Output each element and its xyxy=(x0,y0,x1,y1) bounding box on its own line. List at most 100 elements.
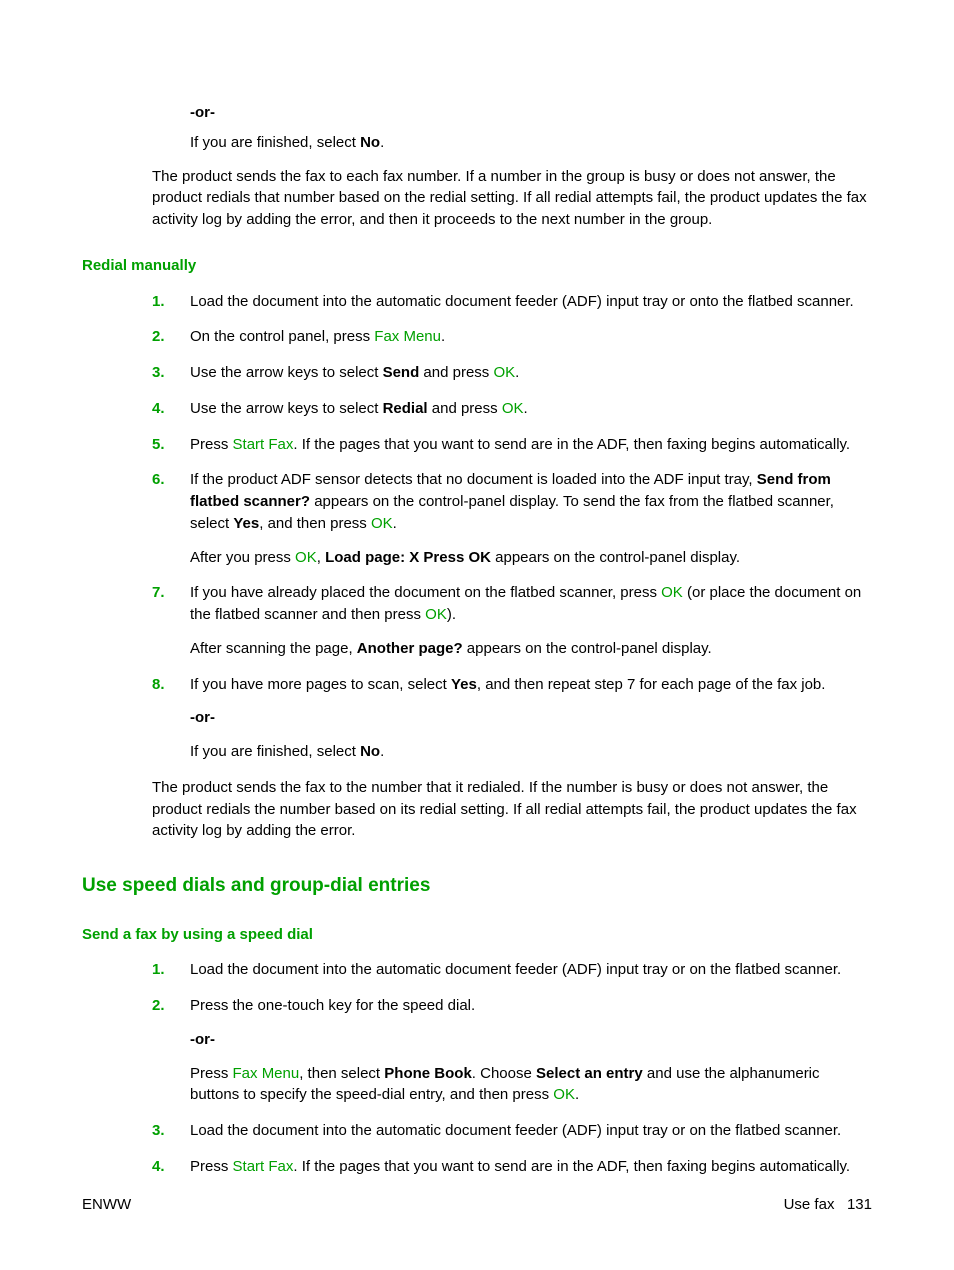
text: Press xyxy=(190,1158,233,1175)
step-1: 1. Load the document into the automatic … xyxy=(152,291,872,313)
step-number: 7. xyxy=(152,582,165,604)
step-6: 6. If the product ADF sensor detects tha… xyxy=(152,469,872,568)
text: , and then repeat step 7 for each page o… xyxy=(477,676,826,693)
bold-redial: Redial xyxy=(383,400,428,417)
keyword-ok: OK xyxy=(425,606,447,623)
step-text: Press Start Fax. If the pages that you w… xyxy=(190,436,850,453)
step-number: 4. xyxy=(152,1156,165,1178)
step-number: 1. xyxy=(152,959,165,981)
text: . Choose xyxy=(472,1065,536,1082)
finished-line: If you are finished, select No. xyxy=(190,132,872,154)
step-number: 2. xyxy=(152,326,165,348)
footer-page-number: 131 xyxy=(847,1196,872,1213)
footer-right: Use fax 131 xyxy=(784,1194,872,1216)
step-text: Press the one-touch key for the speed di… xyxy=(190,997,475,1014)
step-number: 3. xyxy=(152,1120,165,1142)
text: . xyxy=(575,1086,579,1103)
step-number: 1. xyxy=(152,291,165,313)
step-text: If you have more pages to scan, select Y… xyxy=(190,676,825,693)
speed-dial-steps: 1. Load the document into the automatic … xyxy=(82,959,872,1177)
or-separator: -or- xyxy=(190,102,872,124)
text: Use the arrow keys to select xyxy=(190,364,383,381)
text: . If the pages that you want to send are… xyxy=(293,436,850,453)
step-number: 4. xyxy=(152,398,165,420)
step-4: 4. Press Start Fax. If the pages that yo… xyxy=(152,1156,872,1178)
heading-redial-manually: Redial manually xyxy=(82,255,872,277)
step-text: On the control panel, press Fax Menu. xyxy=(190,328,445,345)
text: Use the arrow keys to select xyxy=(190,400,383,417)
bold-send: Send xyxy=(383,364,420,381)
step-text: Load the document into the automatic doc… xyxy=(190,961,841,978)
keyword-start-fax: Start Fax xyxy=(233,436,294,453)
step-number: 3. xyxy=(152,362,165,384)
step-text: Use the arrow keys to select Send and pr… xyxy=(190,364,519,381)
text: Press xyxy=(190,1065,233,1082)
step-4: 4. Use the arrow keys to select Redial a… xyxy=(152,398,872,420)
keyword-start-fax: Start Fax xyxy=(233,1158,294,1175)
text: appears on the control-panel display. xyxy=(463,640,712,657)
step-3: 3. Use the arrow keys to select Send and… xyxy=(152,362,872,384)
keyword-ok: OK xyxy=(553,1086,575,1103)
step-1: 1. Load the document into the automatic … xyxy=(152,959,872,981)
or-separator: -or- xyxy=(190,707,872,729)
text: . xyxy=(393,515,397,532)
text: , then select xyxy=(299,1065,384,1082)
text: appears on the control-panel display. xyxy=(491,549,740,566)
step-7: 7. If you have already placed the docume… xyxy=(152,582,872,659)
step-number: 8. xyxy=(152,674,165,696)
step-text: If the product ADF sensor detects that n… xyxy=(190,471,834,532)
heading-speed-dials: Use speed dials and group-dial entries xyxy=(82,872,872,900)
text: and press xyxy=(419,364,493,381)
heading-send-speed-dial: Send a fax by using a speed dial xyxy=(82,924,872,946)
bold-yes: Yes xyxy=(451,676,477,693)
keyword-fax-menu: Fax Menu xyxy=(374,328,441,345)
bold-select-entry: Select an entry xyxy=(536,1065,643,1082)
step-number: 5. xyxy=(152,434,165,456)
keyword-ok: OK xyxy=(493,364,515,381)
bold-load-page: Load page: X Press OK xyxy=(325,549,491,566)
step-2-alt: Press Fax Menu, then select Phone Book. … xyxy=(190,1063,872,1107)
page-footer: ENWW Use fax 131 xyxy=(82,1194,872,1216)
text: , and then press xyxy=(259,515,371,532)
redial-summary: The product sends the fax to the number … xyxy=(82,777,872,842)
keyword-ok: OK xyxy=(502,400,524,417)
text: If you are finished, select xyxy=(190,134,360,151)
or-separator: -or- xyxy=(190,1029,872,1051)
text: Press xyxy=(190,436,233,453)
keyword-ok: OK xyxy=(371,515,393,532)
group-send-summary: The product sends the fax to each fax nu… xyxy=(82,166,872,231)
text: If you have more pages to scan, select xyxy=(190,676,451,693)
text: . xyxy=(441,328,445,345)
bold-phone-book: Phone Book xyxy=(384,1065,472,1082)
text: If you have already placed the document … xyxy=(190,584,661,601)
step-7-after: After scanning the page, Another page? a… xyxy=(190,638,872,660)
step-8-finished: If you are finished, select No. xyxy=(190,741,872,763)
page: -or- If you are finished, select No. The… xyxy=(0,0,954,1270)
keyword-ok: OK xyxy=(661,584,683,601)
text: ). xyxy=(447,606,456,623)
text: After scanning the page, xyxy=(190,640,357,657)
step-text: Load the document into the automatic doc… xyxy=(190,293,854,310)
bold-no: No xyxy=(360,743,380,760)
step-text: If you have already placed the document … xyxy=(190,584,861,623)
step-6-after: After you press OK, Load page: X Press O… xyxy=(190,547,872,569)
text: . If the pages that you want to send are… xyxy=(293,1158,850,1175)
step-2: 2. On the control panel, press Fax Menu. xyxy=(152,326,872,348)
keyword-fax-menu: Fax Menu xyxy=(233,1065,300,1082)
bold-another-page: Another page? xyxy=(357,640,463,657)
step-number: 6. xyxy=(152,469,165,491)
step-5: 5. Press Start Fax. If the pages that yo… xyxy=(152,434,872,456)
keyword-ok: OK xyxy=(295,549,317,566)
text: . xyxy=(524,400,528,417)
text: If you are finished, select xyxy=(190,743,360,760)
text: . xyxy=(515,364,519,381)
step-2: 2. Press the one-touch key for the speed… xyxy=(152,995,872,1106)
text: On the control panel, press xyxy=(190,328,374,345)
footer-section: Use fax xyxy=(784,1196,835,1213)
text: If the product ADF sensor detects that n… xyxy=(190,471,757,488)
footer-left: ENWW xyxy=(82,1194,131,1216)
continuation-block: -or- If you are finished, select No. xyxy=(82,102,872,154)
redial-steps: 1. Load the document into the automatic … xyxy=(82,291,872,763)
step-text: Press Start Fax. If the pages that you w… xyxy=(190,1158,850,1175)
step-8: 8. If you have more pages to scan, selec… xyxy=(152,674,872,763)
